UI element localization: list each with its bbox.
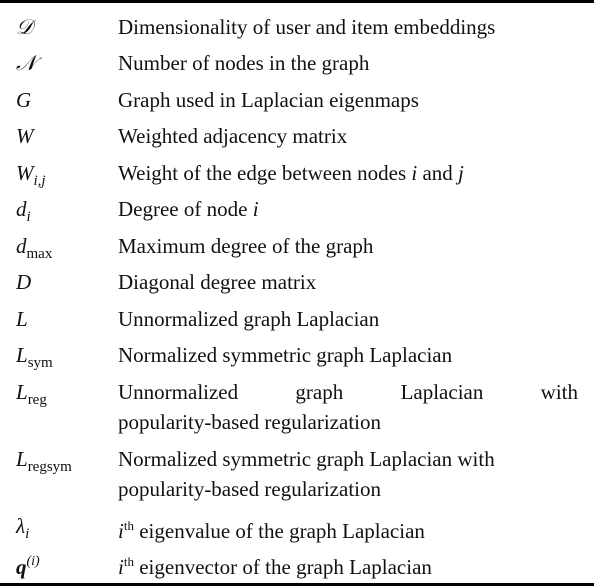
symbol-superscript: (i) bbox=[26, 554, 40, 569]
description: Unnormalized graph Laplacian bbox=[118, 307, 380, 331]
table-bottom-rule bbox=[0, 583, 594, 586]
symbol: dmax bbox=[16, 231, 52, 269]
description-var: j bbox=[458, 161, 464, 185]
symbol: Lreg bbox=[16, 377, 47, 415]
symbol-base: λ bbox=[16, 514, 26, 538]
description-text: eigenvector of the graph Laplacian bbox=[133, 555, 432, 579]
description: Weighted adjacency matrix bbox=[118, 124, 348, 148]
symbol: q(i) bbox=[16, 547, 40, 582]
description: Maximum degree of the graph bbox=[118, 234, 374, 258]
description-text: Weight of the edge between nodes bbox=[118, 161, 412, 185]
description-superscript: th bbox=[123, 518, 134, 533]
description: Weight of the edge between nodes i and j bbox=[118, 158, 578, 188]
symbol: D bbox=[16, 270, 32, 294]
description: Unnormalized graph Laplacian with popula… bbox=[118, 377, 578, 437]
symbol-base: L bbox=[16, 380, 28, 404]
symbol: L bbox=[16, 307, 28, 331]
description-superscript: th bbox=[123, 554, 134, 569]
symbol: W bbox=[16, 124, 34, 148]
symbol-subscript: i,j bbox=[33, 173, 46, 189]
symbol: di bbox=[16, 194, 31, 232]
symbol-base: L bbox=[16, 447, 28, 471]
description: Diagonal degree matrix bbox=[118, 270, 317, 294]
description: Number of nodes in the graph bbox=[118, 51, 370, 75]
symbol: 𝒟 bbox=[16, 15, 33, 39]
symbol-subscript: i bbox=[26, 209, 31, 225]
description: Degree of node i bbox=[118, 194, 578, 224]
symbol-subscript: regsym bbox=[27, 459, 72, 475]
description-line: Unnormalized graph Laplacian with bbox=[118, 380, 578, 404]
symbol-subscript: max bbox=[26, 246, 53, 262]
symbol-base: q bbox=[16, 555, 27, 579]
description: ith eigenvalue of the graph Laplacian bbox=[118, 511, 578, 546]
symbol: Wi,j bbox=[16, 158, 46, 196]
symbol-base: d bbox=[16, 234, 27, 258]
description: Normalized symmetric graph Laplacian wit… bbox=[118, 444, 578, 504]
symbol-subscript: i bbox=[25, 526, 30, 542]
description-line: Normalized symmetric graph Laplacian wit… bbox=[118, 447, 495, 471]
symbol: 𝒩 bbox=[16, 51, 37, 75]
symbol: λi bbox=[16, 511, 29, 549]
description-text: eigenvalue of the graph Laplacian bbox=[133, 519, 425, 543]
symbol-base: W bbox=[16, 161, 34, 185]
description-line: popularity-based regularization bbox=[118, 410, 381, 434]
description: Normalized symmetric graph Laplacian bbox=[118, 343, 453, 367]
description-text: Degree of node bbox=[118, 197, 253, 221]
symbol: Lsym bbox=[16, 340, 53, 378]
description-text: and bbox=[417, 161, 459, 185]
description: ith eigenvector of the graph Laplacian bbox=[118, 547, 578, 582]
symbol-subscript: sym bbox=[27, 355, 53, 371]
description: Dimensionality of user and item embeddin… bbox=[118, 15, 496, 39]
symbol: G bbox=[16, 88, 32, 112]
symbol: Lregsym bbox=[16, 444, 72, 482]
symbol-base: d bbox=[16, 197, 27, 221]
description-var: i bbox=[252, 197, 259, 221]
symbol-subscript: reg bbox=[27, 392, 47, 408]
description: Graph used in Laplacian eigenmaps bbox=[118, 88, 419, 112]
table-top-rule bbox=[0, 0, 594, 3]
symbol-base: L bbox=[16, 343, 28, 367]
description-line: popularity-based regularization bbox=[118, 477, 381, 501]
